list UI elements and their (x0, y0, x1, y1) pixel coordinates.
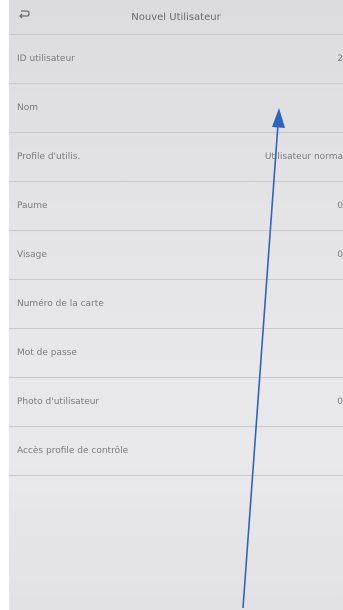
row-label: Numéro de la carte (17, 299, 104, 309)
row-card-number[interactable]: Numéro de la carte (9, 279, 343, 328)
row-user-id[interactable]: ID utilisateur 2 (9, 34, 343, 83)
title-bar: Nouvel Utilisateur (9, 0, 343, 34)
row-label: Photo d'utilisateur (17, 397, 100, 407)
row-label: Profile d'utilis. (17, 152, 81, 162)
row-value: 0 (337, 201, 343, 211)
row-face[interactable]: Visage 0 (9, 230, 343, 279)
page: Nouvel Utilisateur ID utilisateur 2 Nom … (0, 0, 343, 610)
row-label: Accès profile de contrôle (17, 446, 129, 456)
row-label: ID utilisateur (17, 54, 75, 64)
row-label: Visage (17, 250, 47, 260)
row-value: 0 (337, 250, 343, 260)
row-password[interactable]: Mot de passe (9, 328, 343, 377)
row-access-control-profile[interactable]: Accès profile de contrôle (9, 426, 343, 476)
back-arrow-icon (19, 10, 30, 19)
row-user-photo[interactable]: Photo d'utilisateur 0 (9, 377, 343, 426)
row-label: Mot de passe (17, 348, 77, 358)
row-label: Nom (17, 103, 39, 113)
device-screen: Nouvel Utilisateur ID utilisateur 2 Nom … (9, 0, 343, 610)
row-user-profile[interactable]: Profile d'utilis. Utilisateur norma (9, 132, 343, 181)
row-label: Paume (17, 201, 48, 211)
row-name[interactable]: Nom (9, 83, 343, 132)
page-title: Nouvel Utilisateur (131, 11, 221, 23)
row-value: 2 (337, 54, 343, 64)
row-value: 0 (337, 397, 343, 407)
row-palm[interactable]: Paume 0 (9, 181, 343, 230)
row-value: Utilisateur norma (264, 152, 343, 162)
back-button[interactable] (13, 5, 35, 25)
